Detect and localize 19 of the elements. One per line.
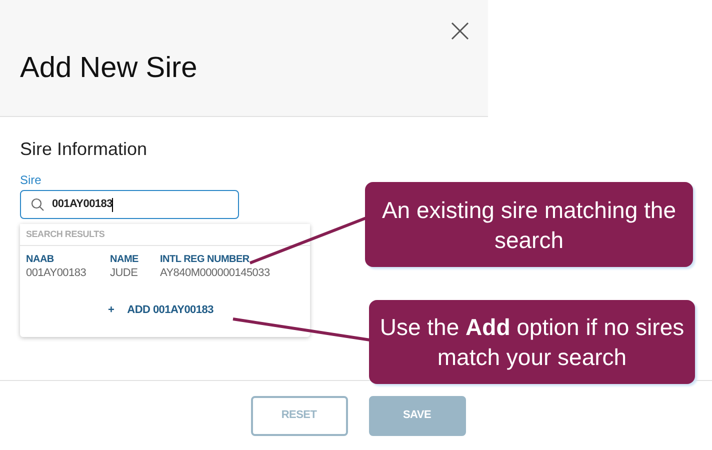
- column-heading: NAME: [110, 253, 140, 266]
- section-title: Sire Information: [20, 138, 148, 161]
- result-value: 001AY00183: [26, 266, 88, 280]
- close-icon[interactable]: [451, 22, 469, 40]
- callout: Use the Add option if no sires match your search: [369, 300, 695, 384]
- search-result-row[interactable]: NAAB 001AY00183 NAME JUDE INTL REG NUMBER AY840M000000145033: [20, 246, 310, 290]
- add-sire-option[interactable]: + ADD 001AY00183: [108, 302, 214, 318]
- search-field[interactable]: 001AY00183: [20, 190, 239, 219]
- result-value: AY840M000000145033: [160, 266, 271, 280]
- callout: An existing sire matching the search: [365, 182, 693, 267]
- field-value: 001AY00183: [52, 197, 112, 212]
- search-icon: [31, 198, 44, 211]
- column-heading: INTL REG NUMBER: [160, 253, 250, 266]
- column-heading: NAAB: [26, 253, 55, 266]
- text-cursor-icon: [112, 198, 114, 212]
- dialog-title: Add New Sire: [20, 51, 198, 86]
- result-value: JUDE: [110, 266, 139, 280]
- field-label: Sire: [20, 173, 42, 187]
- results-header: SEARCH RESULTS: [26, 228, 105, 241]
